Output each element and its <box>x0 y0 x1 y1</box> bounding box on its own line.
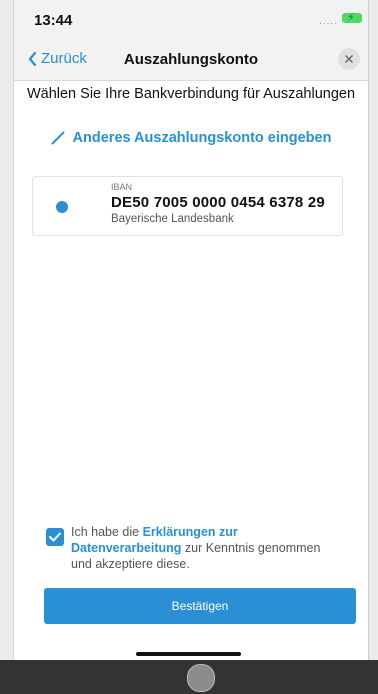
signal-icon: ..... <box>319 16 338 27</box>
frame-right <box>369 0 378 694</box>
consent-text-before: Ich habe die <box>71 525 143 539</box>
nav-bar: Zurück Auszahlungskonto <box>14 40 368 81</box>
iban-label: IBAN <box>111 182 133 192</box>
close-icon <box>345 55 353 63</box>
frame-left <box>0 0 13 694</box>
frame-edge <box>13 0 14 694</box>
checkmark-icon <box>49 532 61 542</box>
page-title: Auszahlungskonto <box>123 51 259 68</box>
battery-icon: ⚡ <box>342 12 362 24</box>
other-account-label: Anderes Auszahlungskonto eingeben <box>72 130 332 146</box>
bank-name: Bayerische Landesbank <box>111 213 234 225</box>
pencil-icon <box>51 131 65 145</box>
close-button[interactable] <box>338 48 360 70</box>
consent-checkbox[interactable] <box>46 528 64 546</box>
radio-selected[interactable] <box>56 201 68 213</box>
home-button[interactable] <box>187 664 215 692</box>
consent-text: Ich habe die Erklärungen zur Datenverarb… <box>71 524 321 572</box>
bank-account-option[interactable]: IBAN DE50 7005 0000 0454 6378 29 Bayeris… <box>32 176 343 236</box>
other-account-link[interactable]: Anderes Auszahlungskonto eingeben <box>14 130 368 146</box>
section-heading: Wählen Sie Ihre Bankverbindung für Ausza… <box>26 86 356 102</box>
frame-edge <box>368 0 369 694</box>
home-indicator <box>136 652 241 656</box>
status-time: 13:44 <box>34 12 73 29</box>
status-bar: 13:44 ..... ⚡ <box>14 0 368 40</box>
iban-value: DE50 7005 0000 0454 6378 29 <box>111 194 325 211</box>
confirm-button[interactable]: Bestätigen <box>44 588 356 624</box>
